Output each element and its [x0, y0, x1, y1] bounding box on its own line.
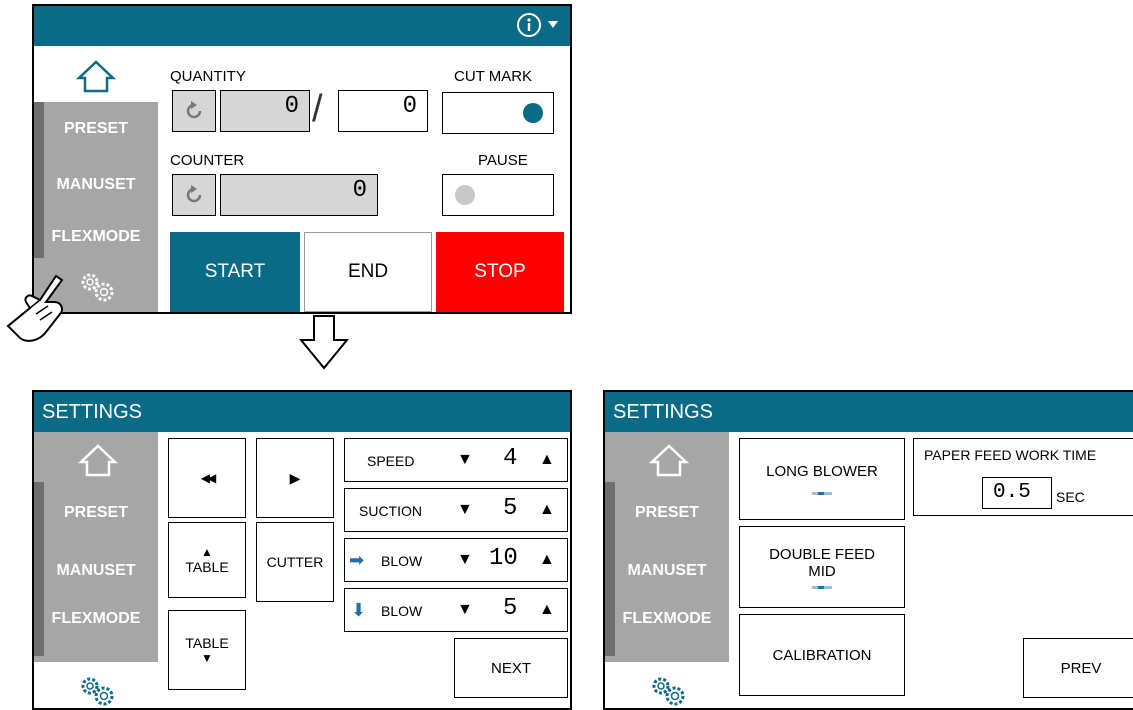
quantity-label: QUANTITY	[170, 68, 246, 85]
settings-title-bar: SETTINGS	[34, 392, 570, 432]
paper-feed-work-time-panel: PAPER FEED WORK TIME 0.5 SEC	[913, 438, 1133, 516]
increase-button[interactable]: ▲	[539, 451, 555, 469]
quantity-count-field: 0	[220, 90, 310, 132]
param-row-speed: SPEED ▼ 4 ▲	[344, 438, 568, 482]
cut-mark-indicator	[523, 103, 543, 123]
level-indicator	[812, 492, 832, 495]
decrease-button[interactable]: ▼	[457, 451, 473, 469]
long-blower-button[interactable]: LONG BLOWER	[739, 438, 905, 520]
end-button[interactable]: END	[304, 232, 432, 312]
sidebar-item-home[interactable]	[34, 46, 158, 102]
down-blue-arrow-icon: ⬇	[351, 600, 367, 620]
sidebar: PRESET MANUSET FLEXMODE	[34, 432, 158, 708]
pause-indicator	[455, 185, 475, 205]
dropdown-arrow-icon	[548, 21, 558, 28]
quantity-separator: /	[312, 88, 323, 130]
settings-title: SETTINGS	[42, 401, 143, 423]
table-up-button[interactable]: ▲ TABLE	[168, 522, 246, 598]
counter-reset-button[interactable]	[172, 174, 216, 216]
decrease-button[interactable]: ▼	[457, 551, 473, 569]
sidebar-item-flexmode[interactable]: FLEXMODE	[605, 610, 729, 628]
quantity-reset-button[interactable]	[172, 90, 216, 132]
counter-field: 0	[220, 174, 378, 216]
param-row-blow-vertical: ⬇ BLOW ▼ 5 ▲	[344, 588, 568, 632]
settings-gears-icon	[652, 677, 685, 706]
rewind-icon: ◀◀	[200, 471, 217, 485]
settings-gears-icon	[81, 677, 114, 706]
start-button[interactable]: START	[170, 232, 300, 312]
cut-mark-toggle[interactable]	[442, 92, 554, 134]
cut-mark-label: CUT MARK	[454, 68, 533, 85]
reset-icon	[186, 101, 202, 119]
counter-label: COUNTER	[170, 152, 245, 169]
sidebar-item-preset[interactable]: PRESET	[34, 120, 158, 138]
info-menu-button[interactable]	[516, 12, 558, 38]
blow-vertical-value: 5	[503, 595, 518, 622]
sidebar-item-settings[interactable]	[605, 662, 729, 708]
home-screen-panel: PRESET MANUSET FLEXMODE QUANTITY 0 / 0 C…	[32, 4, 572, 314]
calibration-button[interactable]: CALIBRATION	[739, 614, 905, 696]
reset-icon	[186, 185, 202, 203]
top-bar	[34, 6, 570, 46]
pause-label: PAUSE	[478, 152, 528, 169]
sidebar-item-flexmode[interactable]: FLEXMODE	[34, 228, 158, 246]
sidebar-item-label: FLEXMODE	[51, 610, 141, 627]
param-row-suction: SUCTION ▼ 5 ▲	[344, 488, 568, 532]
sidebar: PRESET MANUSET FLEXMODE	[605, 432, 729, 708]
right-arrow-icon: ➡	[349, 550, 365, 570]
play-icon: ▶	[289, 469, 301, 486]
param-row-blow-horizontal: ➡ BLOW ▼ 10 ▲	[344, 538, 568, 582]
sidebar-item-label: MANUSET	[56, 562, 136, 579]
sidebar-item-label: PRESET	[63, 120, 128, 137]
sidebar-item-preset[interactable]: PRESET	[34, 504, 158, 522]
table-down-button[interactable]: TABLE ▼	[168, 610, 246, 690]
paper-feed-time-input[interactable]: 0.5	[982, 477, 1052, 509]
sidebar-item-label: MANUSET	[56, 176, 136, 193]
stop-button[interactable]: STOP	[436, 232, 564, 312]
decrease-button[interactable]: ▼	[457, 501, 473, 519]
settings-title-bar: SETTINGS	[605, 392, 1133, 432]
home-icon	[76, 60, 116, 93]
settings-gears-icon[interactable]	[78, 270, 118, 302]
sidebar-item-settings[interactable]	[34, 662, 158, 708]
sidebar-item-manuset[interactable]: MANUSET	[34, 562, 158, 580]
increase-button[interactable]: ▲	[539, 601, 555, 619]
sidebar-item-manuset[interactable]: MANUSET	[605, 562, 729, 580]
suction-value: 5	[503, 495, 518, 522]
down-arrow-icon	[299, 315, 349, 370]
info-circle-icon	[517, 13, 541, 37]
sidebar-item-label: PRESET	[634, 504, 699, 521]
prev-button[interactable]: PREV	[1023, 638, 1133, 698]
play-button[interactable]: ▶	[256, 438, 334, 518]
settings-page-1: SETTINGS PRESET MANUSET FLEXMODE ◀◀ ▶ ▲ …	[32, 390, 572, 710]
pause-toggle[interactable]	[442, 174, 554, 216]
level-indicator	[812, 585, 832, 589]
home-icon[interactable]	[78, 442, 118, 478]
cutter-button[interactable]: CUTTER	[256, 522, 334, 602]
sidebar-item-label: MANUSET	[627, 562, 707, 579]
quantity-total-input[interactable]: 0	[338, 90, 428, 132]
sidebar-item-label: PRESET	[63, 504, 128, 521]
up-arrow-icon: ▲	[201, 545, 213, 559]
double-feed-button[interactable]: DOUBLE FEED MID	[739, 526, 905, 608]
rewind-button[interactable]: ◀◀	[168, 438, 246, 518]
settings-page-2: SETTINGS PRESET MANUSET FLEXMODE LONG BL…	[603, 390, 1133, 710]
hand-pointer-icon	[6, 274, 64, 342]
sidebar-item-manuset[interactable]: MANUSET	[34, 176, 158, 194]
decrease-button[interactable]: ▼	[457, 601, 473, 619]
blow-horizontal-value: 10	[489, 545, 518, 572]
settings-title: SETTINGS	[613, 401, 714, 423]
sidebar-item-flexmode[interactable]: FLEXMODE	[34, 610, 158, 628]
sidebar-item-label: FLEXMODE	[51, 228, 141, 245]
home-icon[interactable]	[649, 442, 689, 478]
down-arrow-icon: ▼	[201, 651, 213, 665]
sidebar-item-label: FLEXMODE	[622, 610, 712, 627]
increase-button[interactable]: ▲	[539, 551, 555, 569]
increase-button[interactable]: ▲	[539, 501, 555, 519]
speed-value: 4	[503, 445, 518, 472]
sidebar-item-preset[interactable]: PRESET	[605, 504, 729, 522]
next-button[interactable]: NEXT	[454, 638, 568, 698]
